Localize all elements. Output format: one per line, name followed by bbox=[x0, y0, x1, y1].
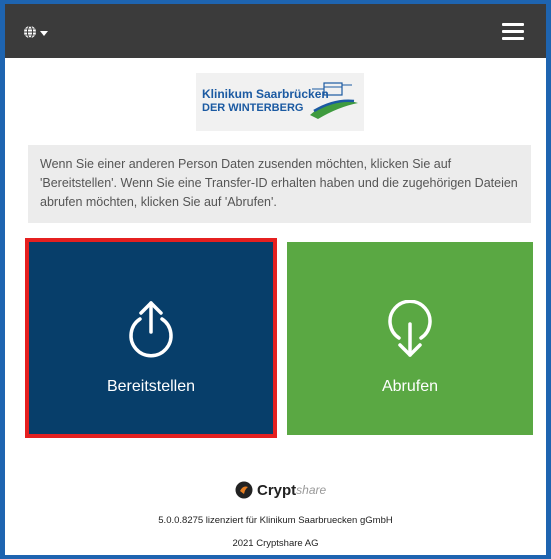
cryptshare-logo-icon bbox=[235, 481, 253, 499]
chevron-down-icon bbox=[40, 30, 48, 36]
license-text: 5.0.0.8275 lizenziert für Klinikum Saarb… bbox=[158, 515, 393, 526]
logo-line-2: DER WINTERBERG bbox=[202, 102, 304, 114]
download-arrow-icon bbox=[388, 300, 432, 357]
retrieve-button[interactable]: Abrufen bbox=[287, 242, 533, 435]
hamburger-menu-icon[interactable] bbox=[502, 21, 524, 41]
brand-name: Crypt bbox=[257, 481, 297, 499]
cryptshare-logo: Crypt share bbox=[235, 480, 326, 500]
instructions-panel: Wenn Sie einer anderen Person Daten zuse… bbox=[28, 145, 531, 223]
app-window: Klinikum Saarbrücken DER WINTERBERG Wenn… bbox=[5, 4, 546, 555]
logo-graphic bbox=[310, 82, 358, 119]
provide-button[interactable]: Bereitstellen bbox=[25, 238, 277, 438]
top-navigation-bar bbox=[5, 4, 546, 58]
globe-icon bbox=[24, 25, 36, 39]
language-selector[interactable] bbox=[23, 21, 63, 43]
brand-suffix: share bbox=[296, 483, 327, 497]
hospital-logo: Klinikum Saarbrücken DER WINTERBERG bbox=[196, 73, 364, 131]
upload-arrow-icon bbox=[129, 301, 173, 358]
retrieve-label: Abrufen bbox=[381, 378, 439, 395]
provide-label: Bereitstellen bbox=[106, 378, 196, 395]
copyright-text: 2021 Cryptshare AG bbox=[232, 538, 319, 549]
